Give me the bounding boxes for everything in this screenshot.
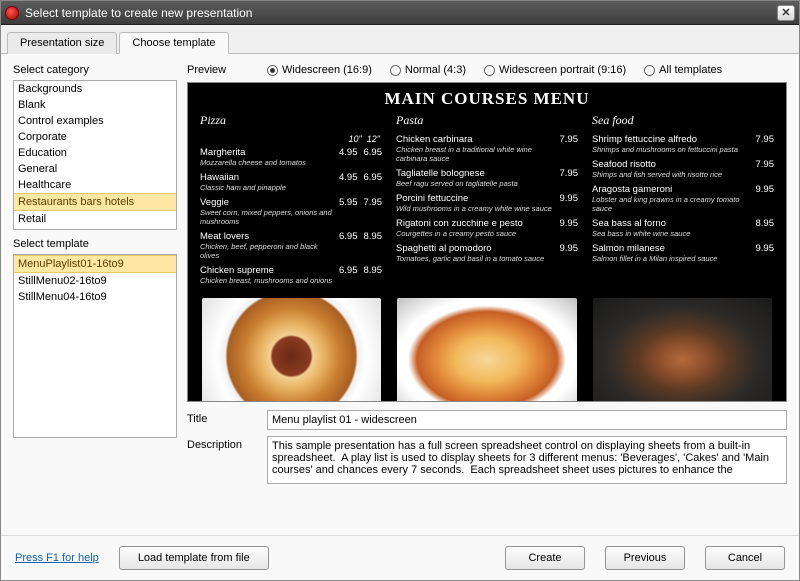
tab-choose-template[interactable]: Choose template bbox=[119, 32, 228, 54]
radio-label: Widescreen portrait (9:16) bbox=[499, 64, 626, 76]
category-item[interactable]: Control examples bbox=[14, 113, 176, 129]
photo-pizza bbox=[202, 298, 381, 402]
radio-icon bbox=[644, 65, 655, 76]
menu-columns: Pizza 10" 12" MargheritaMozzarella chees… bbox=[188, 113, 786, 290]
dialog-footer: Press F1 for help Load template from fil… bbox=[1, 535, 799, 580]
radio-widescreen[interactable]: Widescreen (16:9) bbox=[267, 64, 372, 76]
menu-item: Meat loversChicken, beef, pepperoni and … bbox=[200, 231, 382, 260]
menu-item: Porcini fettuccineWild mushrooms in a cr… bbox=[396, 193, 578, 213]
menu-col-pizza: Pizza 10" 12" MargheritaMozzarella chees… bbox=[200, 113, 382, 290]
menu-photos bbox=[188, 290, 786, 402]
titlebar: Select template to create new presentati… bbox=[1, 1, 799, 25]
app-icon bbox=[5, 6, 19, 20]
description-label: Description bbox=[187, 436, 257, 451]
radio-label: Normal (4:3) bbox=[405, 64, 466, 76]
previous-button[interactable]: Previous bbox=[605, 546, 685, 570]
category-listbox[interactable]: BackgroundsBlankControl examplesCorporat… bbox=[13, 80, 177, 230]
category-item[interactable]: Backgrounds bbox=[14, 81, 176, 97]
dialog-body: Select category BackgroundsBlankControl … bbox=[1, 54, 799, 535]
tab-presentation-size[interactable]: Presentation size bbox=[7, 32, 117, 54]
size-a: 10" bbox=[349, 134, 362, 144]
photo-pasta bbox=[397, 298, 576, 402]
window-title: Select template to create new presentati… bbox=[25, 6, 777, 20]
photo-seafood bbox=[593, 298, 772, 402]
section-title: Pizza bbox=[200, 113, 382, 128]
preview-pane: MAIN COURSES MENU Pizza 10" 12" Margheri… bbox=[187, 82, 787, 402]
left-column: Select category BackgroundsBlankControl … bbox=[13, 64, 177, 529]
radio-icon bbox=[484, 65, 495, 76]
select-template-label: Select template bbox=[13, 238, 177, 250]
size-header: 10" 12" bbox=[200, 134, 382, 144]
radio-portrait[interactable]: Widescreen portrait (9:16) bbox=[484, 64, 626, 76]
radio-icon bbox=[390, 65, 401, 76]
load-template-button[interactable]: Load template from file bbox=[119, 546, 269, 570]
menu-item: Shrimp fettuccine alfredoShrimps and mus… bbox=[592, 134, 774, 154]
menu-item: Rigatoni con zucchine e pestoCourgettes … bbox=[396, 218, 578, 238]
menu-item: Salmon milaneseSalmon fillet in a Milan … bbox=[592, 243, 774, 263]
title-input[interactable] bbox=[267, 410, 787, 430]
category-item[interactable]: Education bbox=[14, 145, 176, 161]
menu-item: HawaiianClassic ham and pinapple4.956.95 bbox=[200, 172, 382, 192]
description-textarea[interactable] bbox=[267, 436, 787, 484]
category-item[interactable]: Corporate bbox=[14, 129, 176, 145]
menu-item: Seafood risottoShimps and fish served wi… bbox=[592, 159, 774, 179]
template-meta: Title Description bbox=[187, 410, 787, 484]
template-item[interactable]: StillMenu04-16to9 bbox=[14, 289, 176, 305]
category-item[interactable]: Restaurants bars hotels bbox=[14, 193, 176, 211]
section-title: Sea food bbox=[592, 113, 774, 128]
menu-item: Spaghetti al pomodoroTomatoes, garlic an… bbox=[396, 243, 578, 263]
aspect-options: Widescreen (16:9) Normal (4:3) Widescree… bbox=[267, 64, 787, 76]
menu-item: Chicken supremeChicken breast, mushrooms… bbox=[200, 265, 382, 285]
preview-label: Preview bbox=[187, 64, 267, 76]
create-button[interactable]: Create bbox=[505, 546, 585, 570]
close-button[interactable]: ✕ bbox=[777, 5, 795, 21]
category-item[interactable]: Blank bbox=[14, 97, 176, 113]
menu-heading: MAIN COURSES MENU bbox=[188, 89, 786, 109]
cancel-button[interactable]: Cancel bbox=[705, 546, 785, 570]
template-item[interactable]: StillMenu02-16to9 bbox=[14, 273, 176, 289]
menu-col-pasta: Pasta Chicken carbinaraChicken breast in… bbox=[396, 113, 578, 290]
radio-all[interactable]: All templates bbox=[644, 64, 722, 76]
radio-normal[interactable]: Normal (4:3) bbox=[390, 64, 466, 76]
radio-icon bbox=[267, 65, 278, 76]
tab-bar: Presentation size Choose template bbox=[1, 25, 799, 54]
menu-item: VeggieSweet corn, mixed peppers, onions … bbox=[200, 197, 382, 226]
category-item[interactable]: Retail bbox=[14, 211, 176, 227]
size-b: 12" bbox=[367, 134, 380, 144]
menu-item: Sea bass al fornoSea bass in white wine … bbox=[592, 218, 774, 238]
help-link[interactable]: Press F1 for help bbox=[15, 552, 99, 564]
template-listbox[interactable]: MenuPlaylist01-16to9StillMenu02-16to9Sti… bbox=[13, 254, 177, 438]
title-label: Title bbox=[187, 410, 257, 425]
right-column: Preview Widescreen (16:9) Normal (4:3) W… bbox=[187, 64, 787, 529]
radio-label: Widescreen (16:9) bbox=[282, 64, 372, 76]
menu-item: Aragosta gameroniLobster and king prawns… bbox=[592, 184, 774, 213]
dialog-window: Select template to create new presentati… bbox=[0, 0, 800, 581]
select-category-label: Select category bbox=[13, 64, 177, 76]
menu-col-seafood: Sea food Shrimp fettuccine alfredoShrimp… bbox=[592, 113, 774, 290]
preview-options-row: Preview Widescreen (16:9) Normal (4:3) W… bbox=[187, 64, 787, 76]
menu-item: Chicken carbinaraChicken breast in a tra… bbox=[396, 134, 578, 163]
section-title: Pasta bbox=[396, 113, 578, 128]
category-item[interactable]: General bbox=[14, 161, 176, 177]
category-item[interactable]: Healthcare bbox=[14, 177, 176, 193]
menu-item: Tagliatelle bologneseBeef ragu served on… bbox=[396, 168, 578, 188]
menu-item: MargheritaMozzarella cheese and tomatos4… bbox=[200, 147, 382, 167]
radio-label: All templates bbox=[659, 64, 722, 76]
template-item[interactable]: MenuPlaylist01-16to9 bbox=[14, 255, 176, 273]
